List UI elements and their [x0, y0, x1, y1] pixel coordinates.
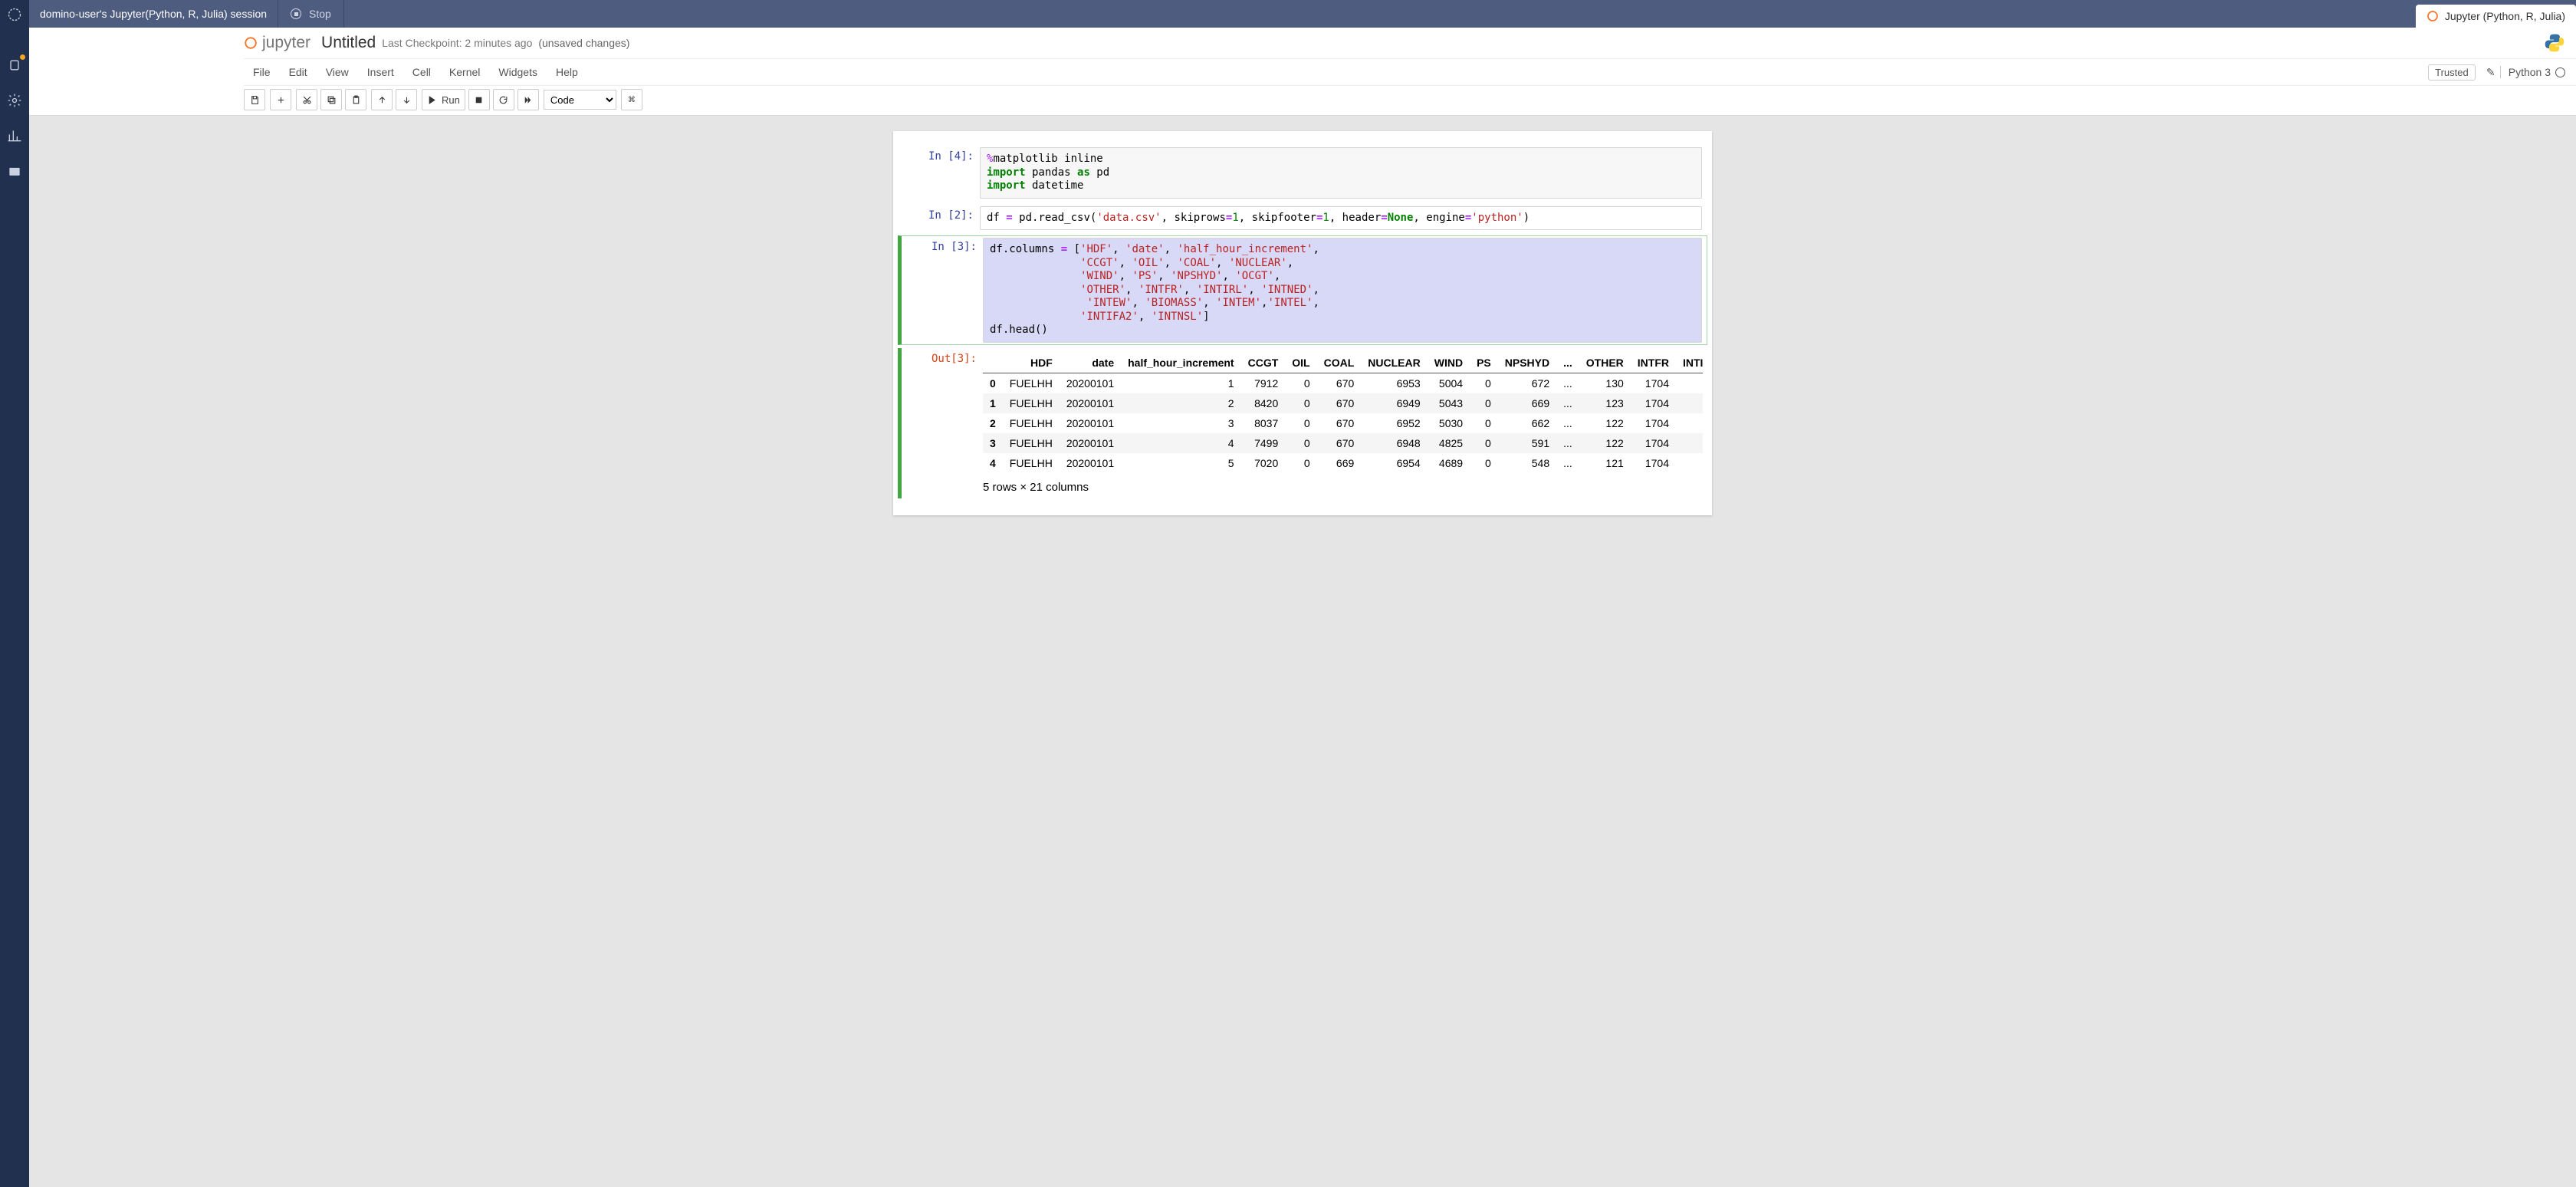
restart-button[interactable]: [493, 89, 514, 110]
kernel-name: Python 3: [2509, 66, 2551, 78]
save-button[interactable]: [244, 89, 265, 110]
jupyter-header: jupyter Untitled Last Checkpoint: 2 minu…: [29, 28, 2576, 116]
toolbar: Run Code ⌘: [244, 85, 2576, 115]
move-up-button[interactable]: [371, 89, 393, 110]
in-prompt: In [3]:: [906, 238, 983, 343]
session-title: domino-user's Jupyter(Python, R, Julia) …: [29, 0, 278, 28]
jupyter-logo-icon: [244, 36, 258, 50]
copy-button[interactable]: [320, 89, 342, 110]
jupyter-tab-icon: [2426, 10, 2439, 22]
run-label: Run: [442, 94, 460, 106]
code-input[interactable]: df = pd.read_csv('data.csv', skiprows=1,…: [980, 206, 1702, 231]
code-input[interactable]: df.columns = ['HDF', 'date', 'half_hour_…: [983, 238, 1702, 343]
output-cell-3: Out[3]: HDFdatehalf_hour_incrementCCGTOI…: [898, 348, 1707, 498]
checkpoint-text: Last Checkpoint: 2 minutes ago: [382, 37, 532, 49]
menu-file[interactable]: File: [244, 61, 280, 83]
workspace-tab-label: Jupyter (Python, R, Julia): [2445, 10, 2565, 22]
insert-cell-button[interactable]: [270, 89, 291, 110]
stop-icon: [291, 8, 301, 19]
settings-icon[interactable]: [6, 92, 23, 109]
cut-button[interactable]: [296, 89, 317, 110]
notifications-icon[interactable]: [6, 57, 23, 74]
files-icon[interactable]: [6, 163, 23, 179]
domino-topbar: domino-user's Jupyter(Python, R, Julia) …: [29, 0, 2576, 28]
menu-view[interactable]: View: [317, 61, 358, 83]
edit-metadata-icon[interactable]: ✎: [2482, 66, 2500, 79]
code-input[interactable]: %matplotlib inline import pandas as pd i…: [980, 147, 1702, 199]
code-cell-1[interactable]: In [4]: %matplotlib inline import pandas…: [898, 145, 1707, 201]
menu-cell[interactable]: Cell: [403, 61, 440, 83]
menu-kernel[interactable]: Kernel: [440, 61, 489, 83]
kernel-indicator[interactable]: Python 3: [2500, 66, 2565, 78]
metrics-icon[interactable]: [6, 127, 23, 144]
move-down-button[interactable]: [396, 89, 417, 110]
python-logo-icon: [2544, 32, 2565, 54]
in-prompt: In [4]:: [903, 147, 980, 199]
code-cell-3[interactable]: In [3]: df.columns = ['HDF', 'date', 'ha…: [898, 235, 1707, 345]
stop-label: Stop: [309, 8, 331, 20]
out-prompt: Out[3]:: [906, 350, 983, 497]
dataframe-shape: 5 rows × 21 columns: [983, 473, 1703, 497]
paste-button[interactable]: [345, 89, 366, 110]
unsaved-text: (unsaved changes): [538, 37, 629, 49]
menu-help[interactable]: Help: [547, 61, 587, 83]
dataframe-table: HDFdatehalf_hour_incrementCCGTOILCOALNUC…: [983, 353, 1703, 473]
menu-edit[interactable]: Edit: [280, 61, 317, 83]
domino-logo-icon[interactable]: [6, 6, 23, 23]
command-palette-button[interactable]: ⌘: [621, 89, 642, 110]
workspace-tab[interactable]: Jupyter (Python, R, Julia): [2416, 5, 2576, 28]
output-area: HDFdatehalf_hour_incrementCCGTOILCOALNUC…: [983, 350, 1703, 497]
run-button[interactable]: Run: [422, 89, 465, 110]
notebook-scroll[interactable]: In [4]: %matplotlib inline import pandas…: [29, 116, 2576, 1187]
notebook: In [4]: %matplotlib inline import pandas…: [893, 131, 1712, 515]
domino-rail: [0, 0, 29, 1187]
interrupt-button[interactable]: [468, 89, 490, 110]
jupyter-brand: jupyter: [262, 34, 310, 52]
in-prompt: In [2]:: [903, 206, 980, 231]
menubar: File Edit View Insert Cell Kernel Widget…: [244, 58, 2576, 85]
cell-type-select[interactable]: Code: [544, 90, 616, 110]
menu-widgets[interactable]: Widgets: [489, 61, 547, 83]
stop-button[interactable]: Stop: [278, 0, 344, 28]
kernel-status-icon: [2555, 67, 2565, 77]
restart-run-all-button[interactable]: [518, 89, 539, 110]
code-cell-2[interactable]: In [2]: df = pd.read_csv('data.csv', ski…: [898, 204, 1707, 233]
notebook-title[interactable]: Untitled: [321, 34, 376, 52]
menu-insert[interactable]: Insert: [358, 61, 403, 83]
trusted-badge[interactable]: Trusted: [2428, 64, 2476, 81]
